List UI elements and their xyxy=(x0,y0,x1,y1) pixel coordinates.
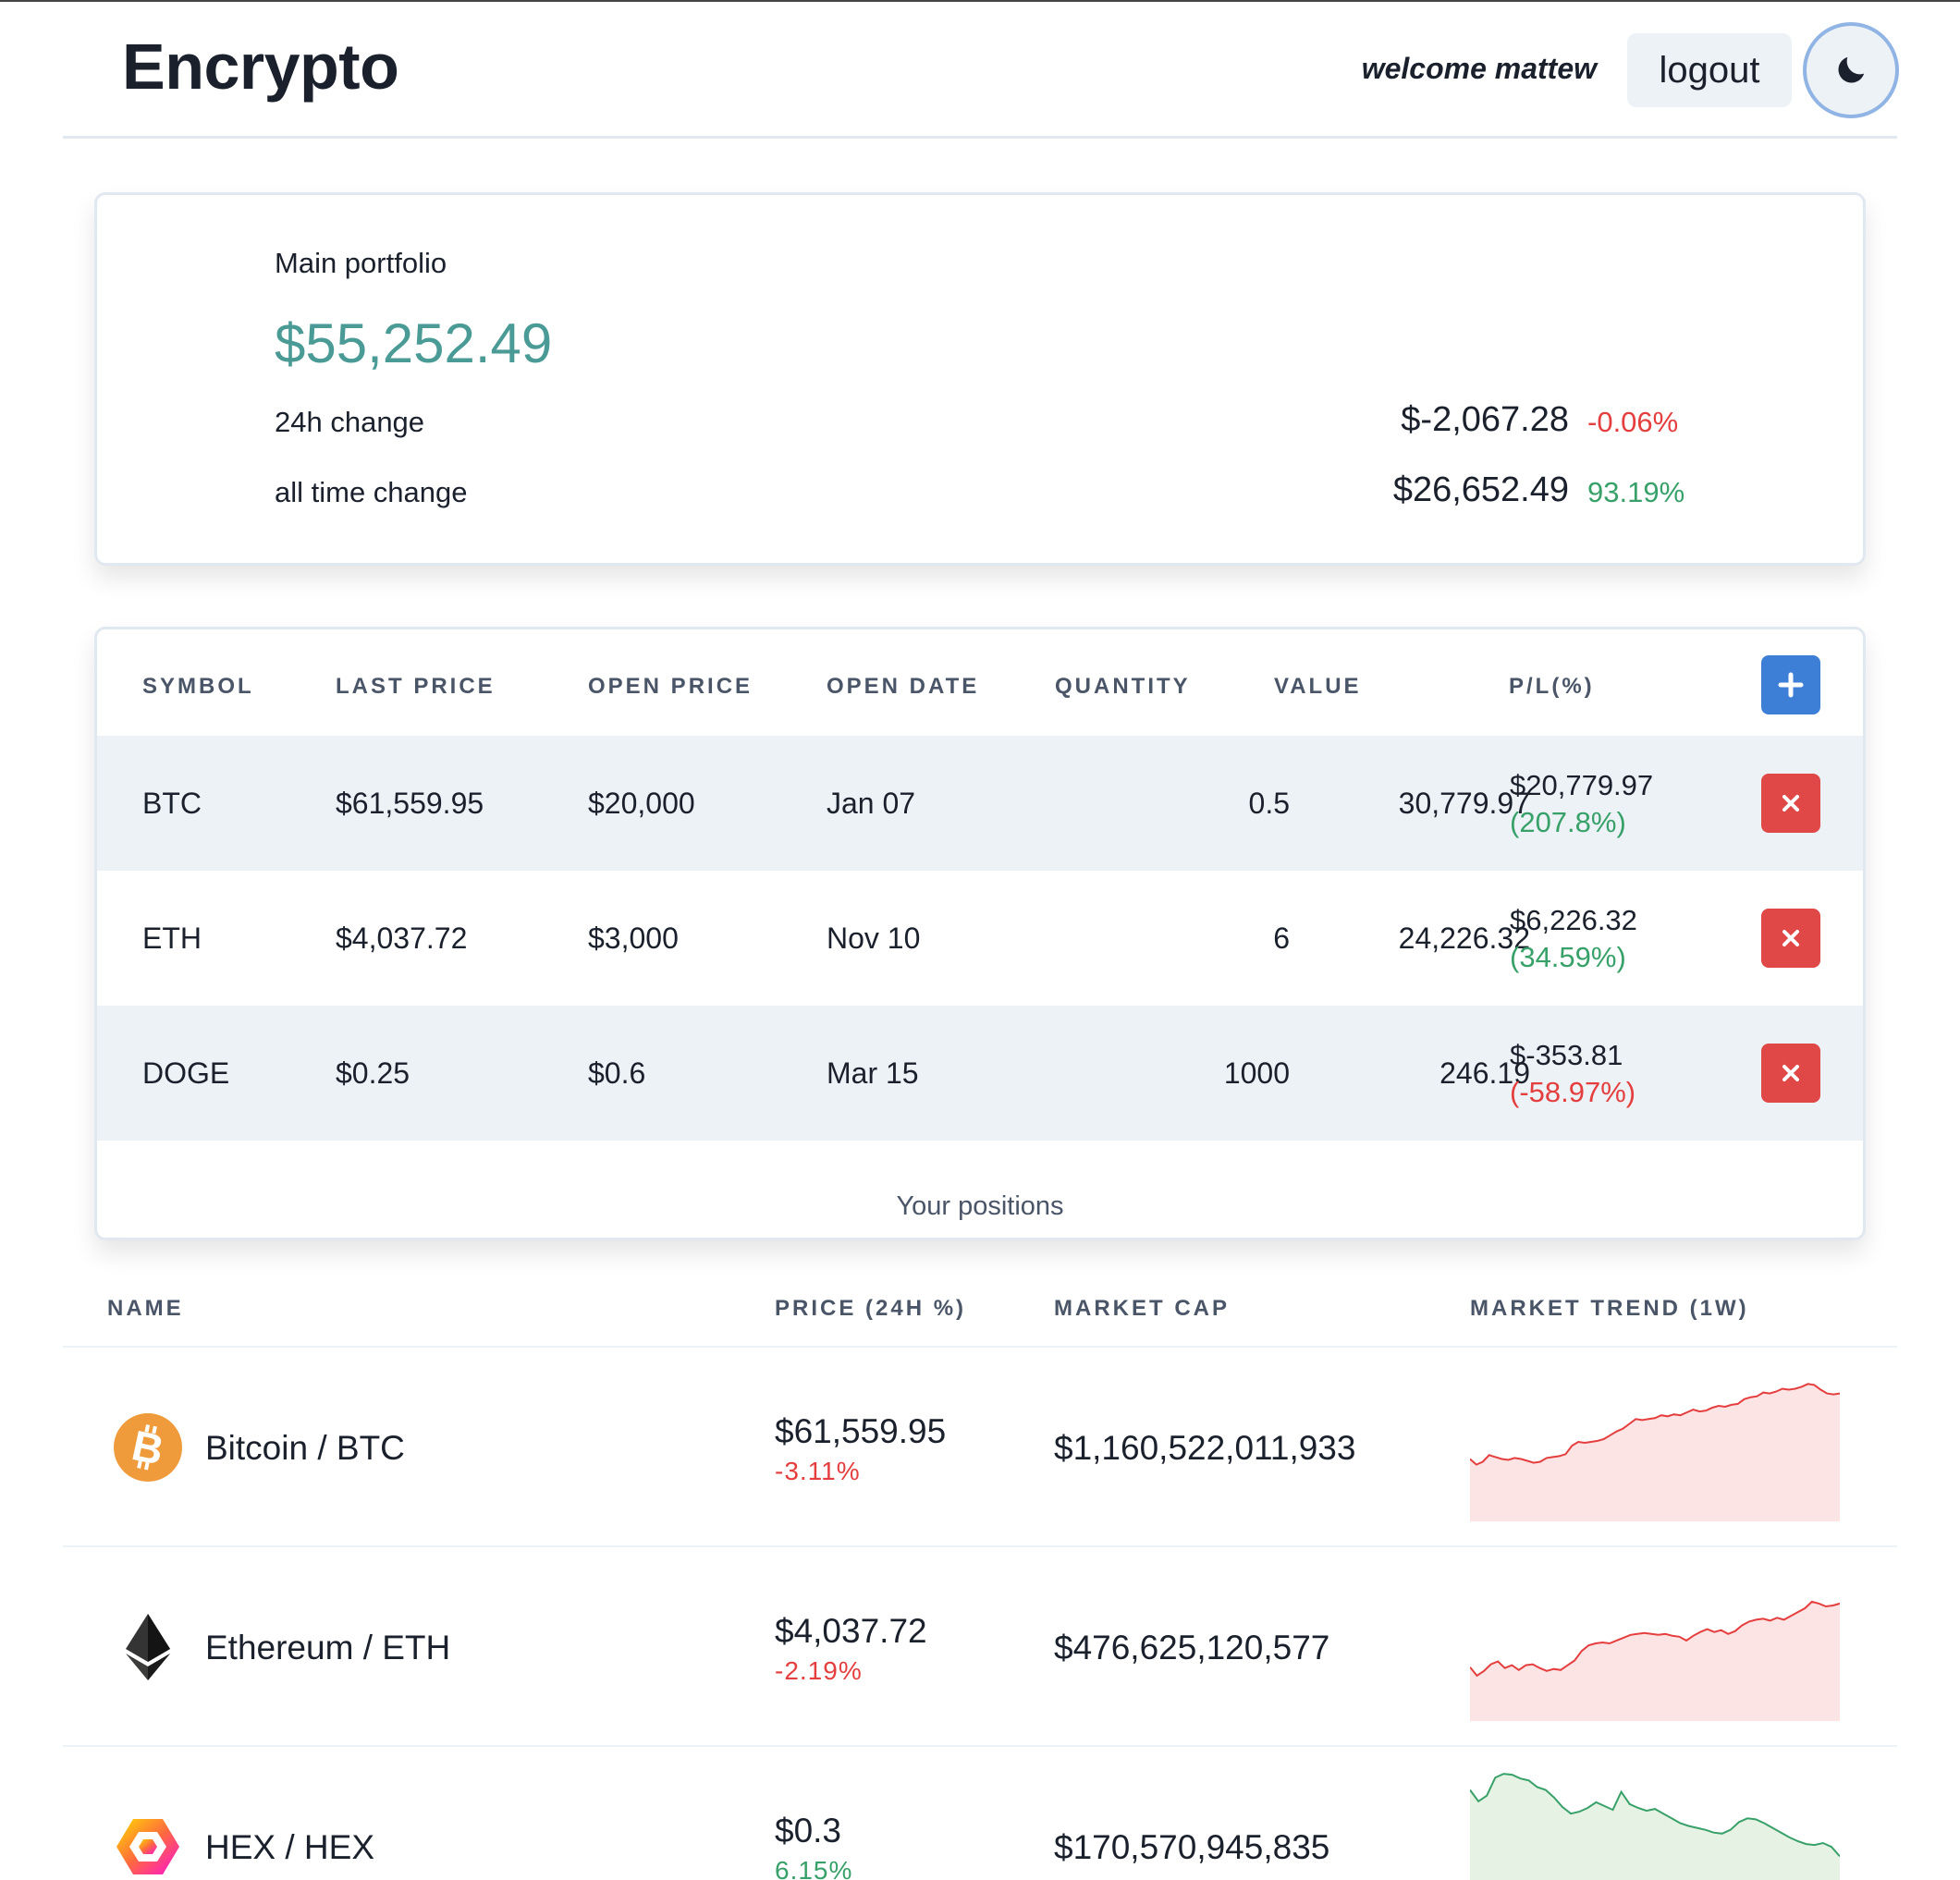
col-header-price[interactable]: PRICE (24H %) xyxy=(775,1296,966,1322)
theme-toggle-button[interactable] xyxy=(1803,22,1899,118)
position-symbol: ETH xyxy=(142,922,202,955)
position-open-price: $0.6 xyxy=(588,1056,646,1090)
trend-sparkline xyxy=(1470,1773,1840,1880)
position-last-price: $4,037.72 xyxy=(336,922,468,955)
position-last-price: $61,559.95 xyxy=(336,787,484,820)
positions-table: SYMBOL LAST PRICE OPEN PRICE OPEN DATE Q… xyxy=(94,627,1866,1240)
coin-24h-change: -2.19% xyxy=(775,1656,863,1685)
position-quantity: 6 xyxy=(1273,922,1290,955)
col-header-symbol[interactable]: SYMBOL xyxy=(142,674,254,700)
trend-sparkline xyxy=(1470,1600,1840,1721)
col-header-name[interactable]: NAME xyxy=(107,1296,184,1322)
position-pl: $20,779.97 (207.8%) xyxy=(1510,767,1653,841)
coin-24h-change: 6.15% xyxy=(775,1856,853,1880)
bitcoin-icon: B xyxy=(114,1413,182,1482)
col-header-quantity[interactable]: QUANTITY xyxy=(1055,674,1191,700)
coin-name: Ethereum / ETH xyxy=(205,1629,451,1666)
col-header-open-price[interactable]: OPEN PRICE xyxy=(588,674,753,700)
change-all-time-percent: 93.19% xyxy=(1587,476,1685,508)
top-nav: Encrypto welcome mattew logout xyxy=(63,2,1899,139)
portfolio-title: Main portfolio xyxy=(275,247,447,279)
position-last-price: $0.25 xyxy=(336,1056,410,1090)
position-quantity: 0.5 xyxy=(1248,787,1290,820)
position-row: DOGE $0.25 $0.6 Mar 15 1000 246.19 $-353… xyxy=(97,1006,1863,1141)
coin-price: $61,559.95 xyxy=(775,1412,947,1450)
plus-icon xyxy=(1778,672,1804,698)
coin-price: $4,037.72 xyxy=(775,1612,927,1650)
position-symbol: BTC xyxy=(142,787,202,820)
position-open-date: Jan 07 xyxy=(827,787,916,820)
delete-position-button[interactable] xyxy=(1761,909,1820,968)
position-pl-amount: $6,226.32 xyxy=(1510,904,1637,936)
position-open-date: Nov 10 xyxy=(827,922,921,955)
sparkline-area xyxy=(1470,1384,1840,1521)
col-header-pl[interactable]: P/L(%) xyxy=(1509,674,1595,700)
position-pl: $6,226.32 (34.59%) xyxy=(1510,902,1637,976)
position-open-price: $3,000 xyxy=(588,922,679,955)
delete-position-button[interactable] xyxy=(1761,774,1820,833)
change-all-time-label: all time change xyxy=(275,476,468,508)
change-24h-percent: -0.06% xyxy=(1587,406,1679,438)
position-quantity: 1000 xyxy=(1223,1056,1290,1090)
coin-price: $0.3 xyxy=(775,1812,842,1849)
positions-caption: Your positions xyxy=(896,1191,1064,1221)
coin-market-cap: $476,625,120,577 xyxy=(1054,1629,1330,1666)
col-header-last-price[interactable]: LAST PRICE xyxy=(336,674,496,700)
coin-market-cap: $1,160,522,011,933 xyxy=(1054,1429,1356,1467)
position-pl-amount: $20,779.97 xyxy=(1510,769,1654,801)
brand-logo[interactable]: Encrypto xyxy=(122,30,399,104)
hex-icon xyxy=(116,1819,179,1874)
coin-market-cap: $170,570,945,835 xyxy=(1054,1828,1330,1866)
sparkline-area xyxy=(1470,1774,1840,1880)
position-pl-percent: (34.59%) xyxy=(1510,941,1626,973)
add-position-button[interactable] xyxy=(1761,655,1820,714)
change-24h-amount: $-2,067.28 xyxy=(1401,400,1569,439)
close-icon xyxy=(1782,930,1799,946)
ethereum-icon xyxy=(126,1614,170,1680)
col-header-value[interactable]: VALUE xyxy=(1274,674,1362,700)
coin-24h-change: -3.11% xyxy=(775,1457,861,1485)
position-pl-percent: (207.8%) xyxy=(1510,806,1626,838)
position-open-price: $20,000 xyxy=(588,787,695,820)
position-symbol: DOGE xyxy=(142,1056,230,1090)
coin-name: HEX / HEX xyxy=(205,1828,374,1866)
market-row[interactable]: HEX / HEX $0.3 6.15% $170,570,945,835 xyxy=(63,1747,1897,1880)
trend-sparkline xyxy=(1470,1383,1840,1521)
moon-icon xyxy=(1838,56,1865,83)
col-header-open-date[interactable]: OPEN DATE xyxy=(827,674,979,700)
position-row: BTC $61,559.95 $20,000 Jan 07 0.5 30,779… xyxy=(97,736,1863,871)
coin-name: Bitcoin / BTC xyxy=(205,1429,405,1467)
position-row: ETH $4,037.72 $3,000 Nov 10 6 24,226.32 … xyxy=(97,871,1863,1006)
app-page: Encrypto welcome mattew logout Main port… xyxy=(0,0,1960,1880)
position-pl-percent: (-58.97%) xyxy=(1510,1076,1636,1108)
change-all-time-amount: $26,652.49 xyxy=(1392,470,1569,509)
welcome-message: welcome mattew xyxy=(1361,52,1597,85)
close-icon xyxy=(1782,795,1799,812)
position-pl: $-353.81 (-58.97%) xyxy=(1510,1037,1635,1111)
position-pl-amount: $-353.81 xyxy=(1510,1039,1623,1071)
position-open-date: Mar 15 xyxy=(827,1056,919,1090)
portfolio-total-value: $55,252.49 xyxy=(275,312,553,374)
col-header-market-cap[interactable]: MARKET CAP xyxy=(1054,1296,1230,1322)
logout-button[interactable]: logout xyxy=(1627,33,1792,107)
portfolio-summary-card: Main portfolio $55,252.49 24h change $-2… xyxy=(94,192,1866,566)
change-24h-label: 24h change xyxy=(275,406,425,438)
close-icon xyxy=(1782,1065,1799,1081)
market-table-header: NAME PRICE (24H %) MARKET CAP MARKET TRE… xyxy=(63,1283,1897,1348)
col-header-market-trend[interactable]: MARKET TREND (1W) xyxy=(1470,1296,1749,1322)
market-row[interactable]: Ethereum / ETH $4,037.72 -2.19% $476,625… xyxy=(63,1547,1897,1747)
delete-position-button[interactable] xyxy=(1761,1044,1820,1103)
market-row[interactable]: B Bitcoin / BTC $61,559.95 -3.11% $1,160… xyxy=(63,1348,1897,1547)
